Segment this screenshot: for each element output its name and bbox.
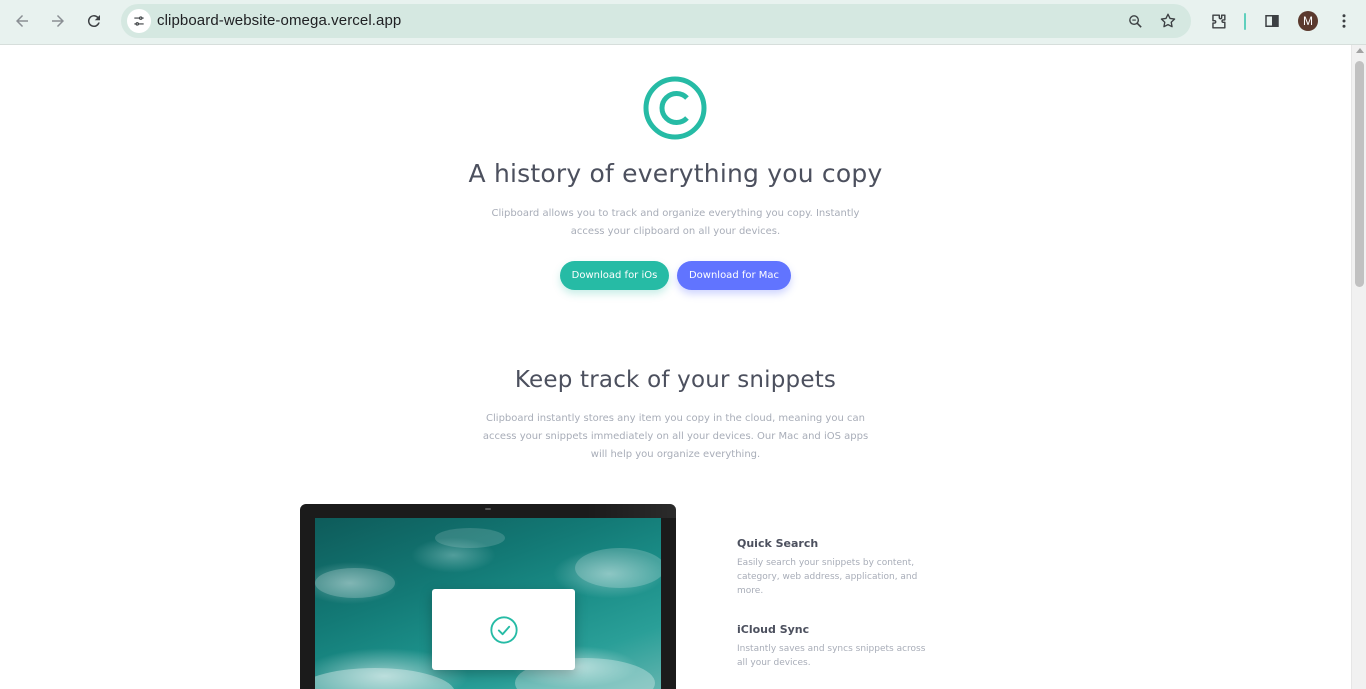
side-panel-icon[interactable] (1261, 10, 1283, 32)
extensions-icon[interactable] (1207, 10, 1229, 32)
url-text[interactable]: clipboard-website-omega.vercel.app (157, 12, 401, 29)
browser-toolbar: clipboard-website-omega.vercel.app M (0, 0, 1366, 45)
computer-mockup-image (300, 504, 676, 689)
more-menu-icon[interactable] (1333, 10, 1355, 32)
feature-text-icloud-sync: Instantly saves and syncs snippets acros… (737, 644, 926, 668)
scrollbar-thumb[interactable] (1355, 61, 1364, 287)
check-circle-icon (489, 615, 518, 644)
download-mac-button[interactable]: Download for Mac (677, 261, 791, 290)
hero-title: A history of everything you copy (468, 159, 883, 188)
back-button[interactable] (7, 6, 37, 36)
toolbar-divider (1244, 13, 1246, 30)
ocean-wallpaper-image (315, 518, 661, 689)
tune-icon (134, 16, 144, 26)
feature-text-quick-search: Easily search your snippets by content, … (737, 558, 918, 596)
download-ios-button[interactable]: Download for iOs (560, 261, 669, 290)
forward-button[interactable] (43, 6, 73, 36)
arrow-right-icon (52, 15, 64, 27)
feature-title-icloud-sync: iCloud Sync (737, 623, 810, 636)
arrow-left-icon (16, 15, 28, 27)
checkmark-card (432, 589, 575, 670)
profile-avatar[interactable]: M (1298, 11, 1318, 31)
site-info-button[interactable] (127, 9, 151, 33)
feature-title-quick-search: Quick Search (737, 537, 819, 550)
address-bar[interactable]: clipboard-website-omega.vercel.app (121, 4, 1191, 38)
snippets-title: Keep track of your snippets (514, 367, 837, 393)
zoom-icon[interactable] (1125, 11, 1145, 31)
page-content: A history of everything you copy Clipboa… (0, 45, 1351, 689)
hero-description: Clipboard allows you to track and organi… (491, 208, 860, 237)
reload-icon (87, 15, 100, 28)
reload-button[interactable] (79, 6, 109, 36)
clipboard-logo-icon (643, 76, 707, 140)
device-camera (485, 508, 491, 510)
snippets-description: Clipboard instantly stores any item you … (482, 413, 869, 460)
scroll-up-arrow-icon[interactable] (1356, 48, 1364, 53)
bookmark-star-icon[interactable] (1158, 11, 1178, 31)
page-scrollbar[interactable] (1351, 45, 1366, 689)
